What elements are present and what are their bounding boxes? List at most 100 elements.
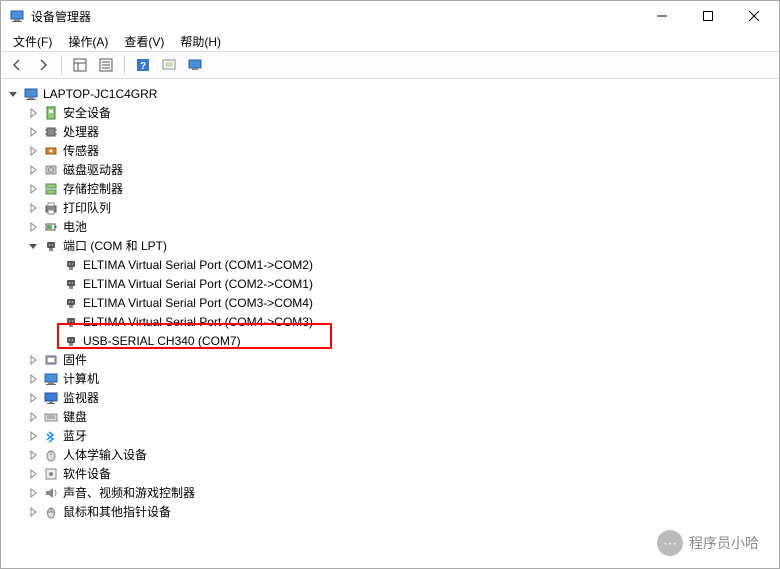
menu-action[interactable]: 操作(A) [60, 31, 116, 52]
tree-node[interactable]: 固件 [1, 350, 779, 369]
expander-icon[interactable] [25, 428, 41, 444]
tree-node[interactable]: 计算机 [1, 369, 779, 388]
tree-node[interactable]: 安全设备 [1, 103, 779, 122]
back-button[interactable] [5, 53, 29, 77]
port-icon [63, 333, 79, 349]
tree-node-label: 计算机 [63, 370, 99, 387]
storage-icon [43, 181, 59, 197]
tree-node[interactable]: 磁盘驱动器 [1, 160, 779, 179]
expander-icon[interactable] [25, 181, 41, 197]
toolbar: ? [1, 51, 779, 79]
watermark-text: 程序员小哈 [689, 533, 759, 553]
menu-view[interactable]: 查看(V) [116, 31, 172, 52]
app-icon [9, 8, 25, 24]
tree-node-label: 鼠标和其他指针设备 [63, 503, 171, 520]
expander-icon[interactable] [25, 371, 41, 387]
tree-node[interactable]: 存储控制器 [1, 179, 779, 198]
tree-node-label: 存储控制器 [63, 180, 123, 197]
tree-node-label: 磁盘驱动器 [63, 161, 123, 178]
cpu-icon [43, 124, 59, 140]
expander-icon[interactable] [25, 390, 41, 406]
battery-icon [43, 219, 59, 235]
printer-icon [43, 200, 59, 216]
tree-node-label: 键盘 [63, 408, 87, 425]
watermark: ⋯ 程序员小哈 [657, 530, 759, 556]
window-title: 设备管理器 [31, 8, 639, 25]
window-controls [639, 1, 777, 31]
devices-button[interactable] [183, 53, 207, 77]
tree-node[interactable]: 声音、视频和游戏控制器 [1, 483, 779, 502]
tree-node[interactable]: 软件设备 [1, 464, 779, 483]
minimize-button[interactable] [639, 1, 685, 31]
tree-node-label: 声音、视频和游戏控制器 [63, 484, 195, 501]
tree-root-label: LAPTOP-JC1C4GRR [43, 87, 157, 101]
watermark-icon: ⋯ [657, 530, 683, 556]
tree-node-label: 人体学输入设备 [63, 446, 147, 463]
menubar: 文件(F) 操作(A) 查看(V) 帮助(H) [1, 31, 779, 51]
expander-icon[interactable] [25, 352, 41, 368]
tree-node[interactable]: 蓝牙 [1, 426, 779, 445]
tree-node-label: 端口 (COM 和 LPT) [63, 237, 167, 254]
tree-node[interactable]: ELTIMA Virtual Serial Port (COM4->COM3) [1, 312, 779, 331]
forward-button[interactable] [31, 53, 55, 77]
tree-node[interactable]: 打印队列 [1, 198, 779, 217]
tree-node[interactable]: 电池 [1, 217, 779, 236]
keyboard-icon [43, 409, 59, 425]
software-icon [43, 466, 59, 482]
tree-node[interactable]: ELTIMA Virtual Serial Port (COM2->COM1) [1, 274, 779, 293]
tree-node-label: 软件设备 [63, 465, 111, 482]
expander-icon[interactable] [25, 143, 41, 159]
tree-node[interactable]: 监视器 [1, 388, 779, 407]
expander-icon[interactable] [25, 447, 41, 463]
help-button[interactable]: ? [131, 53, 155, 77]
tree-node-label: ELTIMA Virtual Serial Port (COM1->COM2) [83, 258, 313, 272]
hid-icon [43, 447, 59, 463]
tree-node[interactable]: ELTIMA Virtual Serial Port (COM3->COM4) [1, 293, 779, 312]
expander-icon[interactable] [25, 485, 41, 501]
tree-node-label: 打印队列 [63, 199, 111, 216]
expander-icon[interactable] [5, 86, 21, 102]
port-icon [63, 257, 79, 273]
expander-icon[interactable] [25, 504, 41, 520]
menu-file[interactable]: 文件(F) [5, 31, 60, 52]
tree-node[interactable]: 键盘 [1, 407, 779, 426]
expander-icon[interactable] [25, 466, 41, 482]
expander-icon[interactable] [25, 162, 41, 178]
menu-help[interactable]: 帮助(H) [172, 31, 229, 52]
device-tree[interactable]: LAPTOP-JC1C4GRR 安全设备处理器传感器磁盘驱动器存储控制器打印队列电… [1, 80, 779, 568]
expander-icon[interactable] [25, 200, 41, 216]
port-icon [63, 276, 79, 292]
maximize-button[interactable] [685, 1, 731, 31]
expander-icon[interactable] [25, 409, 41, 425]
tree-node-label: ELTIMA Virtual Serial Port (COM3->COM4) [83, 296, 313, 310]
tree-node-label: 传感器 [63, 142, 99, 159]
close-button[interactable] [731, 1, 777, 31]
tree-root[interactable]: LAPTOP-JC1C4GRR [1, 84, 779, 103]
tree-node[interactable]: 传感器 [1, 141, 779, 160]
tree-node-label: ELTIMA Virtual Serial Port (COM2->COM1) [83, 277, 313, 291]
tree-node[interactable]: 鼠标和其他指针设备 [1, 502, 779, 521]
disk-icon [43, 162, 59, 178]
tree-node-label: USB-SERIAL CH340 (COM7) [83, 334, 241, 348]
port-icon [63, 295, 79, 311]
port-icon [63, 314, 79, 330]
scan-button[interactable] [157, 53, 181, 77]
expander-icon[interactable] [25, 219, 41, 235]
expander-icon[interactable] [25, 105, 41, 121]
tree-node-label: 固件 [63, 351, 87, 368]
show-hide-button[interactable] [68, 53, 92, 77]
bluetooth-icon [43, 428, 59, 444]
sound-icon [43, 485, 59, 501]
monitor-icon [43, 390, 59, 406]
tree-node[interactable]: 处理器 [1, 122, 779, 141]
tree-node[interactable]: 人体学输入设备 [1, 445, 779, 464]
tree-node[interactable]: USB-SERIAL CH340 (COM7) [1, 331, 779, 350]
svg-text:?: ? [140, 61, 146, 72]
tree-node-label: 安全设备 [63, 104, 111, 121]
tree-node[interactable]: 端口 (COM 和 LPT) [1, 236, 779, 255]
tree-node[interactable]: ELTIMA Virtual Serial Port (COM1->COM2) [1, 255, 779, 274]
expander-icon[interactable] [25, 124, 41, 140]
security-icon [43, 105, 59, 121]
expander-icon[interactable] [25, 238, 41, 254]
properties-button[interactable] [94, 53, 118, 77]
